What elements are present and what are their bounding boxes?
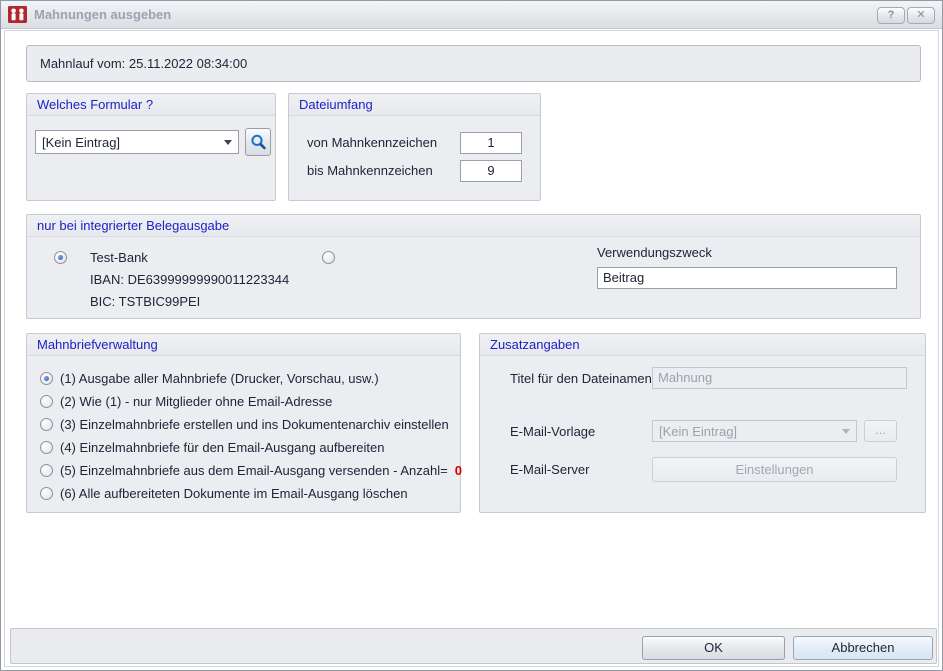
email-count-value: 0 <box>455 463 462 478</box>
email-server-label: E-Mail-Server <box>510 462 589 477</box>
purpose-input[interactable]: Beitrag <box>597 267 897 289</box>
radio-option-1-label: (1) Ausgabe aller Mahnbriefe (Drucker, V… <box>60 371 379 386</box>
bank-bic: BIC: TSTBIC99PEI <box>90 291 289 313</box>
option-row-5[interactable]: (5) Einzelmahnbriefe aus dem Email-Ausga… <box>40 460 462 480</box>
radio-option-3-label: (3) Einzelmahnbriefe erstellen und ins D… <box>60 417 449 432</box>
help-button[interactable]: ? <box>877 7 905 24</box>
bank-radio-selected[interactable] <box>54 251 67 264</box>
app-icon <box>8 6 27 23</box>
footer-bar: OK Abbrechen <box>10 628 937 664</box>
bank-iban: IBAN: DE63999999990011223344 <box>90 269 289 291</box>
close-button[interactable]: ✕ <box>907 7 935 24</box>
chevron-down-icon <box>842 429 850 434</box>
group-additional-info: Zusatzangaben Titel für den Dateinamen M… <box>479 333 926 513</box>
option-row-2[interactable]: (2) Wie (1) - nur Mitglieder ohne Email-… <box>40 391 332 411</box>
radio-option-3[interactable] <box>40 418 53 431</box>
radio-option-6-label: (6) Alle aufbereiteten Dokumente im Emai… <box>60 486 408 501</box>
radio-option-4-label: (4) Einzelmahnbriefe für den Email-Ausga… <box>60 440 384 455</box>
group-integrated-output-title: nur bei integrierter Belegausgabe <box>27 215 920 237</box>
group-form-selection: Welches Formular ? [Kein Eintrag] <box>26 93 276 201</box>
radio-option-2[interactable] <box>40 395 53 408</box>
radio-option-1[interactable] <box>40 372 53 385</box>
group-mahnbrief-title: Mahnbriefverwaltung <box>27 334 460 356</box>
ok-button[interactable]: OK <box>642 636 785 660</box>
from-mahnkennzeichen-label: von Mahnkennzeichen <box>307 135 437 150</box>
form-combo-value: [Kein Eintrag] <box>42 135 120 150</box>
form-combo[interactable]: [Kein Eintrag] <box>35 130 239 154</box>
option-row-4[interactable]: (4) Einzelmahnbriefe für den Email-Ausga… <box>40 437 384 457</box>
cancel-button[interactable]: Abbrechen <box>793 636 933 660</box>
radio-option-5-label: (5) Einzelmahnbriefe aus dem Email-Ausga… <box>60 463 448 478</box>
email-server-settings-button: Einstellungen <box>652 457 897 482</box>
file-title-label: Titel für den Dateinamen <box>510 371 652 386</box>
window-title: Mahnungen ausgeben <box>34 7 171 22</box>
mahnlauf-text: Mahnlauf vom: 25.11.2022 08:34:00 <box>40 56 247 71</box>
option-row-1[interactable]: (1) Ausgabe aller Mahnbriefe (Drucker, V… <box>40 368 379 388</box>
email-template-combo: [Kein Eintrag] <box>652 420 857 442</box>
dialog-window: Mahnungen ausgeben ? ✕ Mahnlauf vom: 25.… <box>0 0 943 671</box>
option-row-3[interactable]: (3) Einzelmahnbriefe erstellen und ins D… <box>40 414 449 434</box>
file-title-input: Mahnung <box>652 367 907 389</box>
radio-option-4[interactable] <box>40 441 53 454</box>
bank-name: Test-Bank <box>90 247 289 269</box>
to-mahnkennzeichen-label: bis Mahnkennzeichen <box>307 163 433 178</box>
bank-details: Test-Bank IBAN: DE63999999990011223344 B… <box>90 247 289 313</box>
email-template-value: [Kein Eintrag] <box>659 424 737 439</box>
group-file-scope-title: Dateiumfang <box>289 94 540 116</box>
option-row-6[interactable]: (6) Alle aufbereiteten Dokumente im Emai… <box>40 483 408 503</box>
chevron-down-icon <box>224 140 232 145</box>
bank-radio-alternative[interactable] <box>322 251 335 264</box>
mahnlauf-info-bar: Mahnlauf vom: 25.11.2022 08:34:00 <box>26 45 921 82</box>
group-file-scope: Dateiumfang von Mahnkennzeichen 1 bis Ma… <box>288 93 541 201</box>
group-additional-info-title: Zusatzangaben <box>480 334 925 356</box>
group-integrated-output: nur bei integrierter Belegausgabe Test-B… <box>26 214 921 319</box>
email-template-more-button: ... <box>864 420 897 442</box>
radio-option-2-label: (2) Wie (1) - nur Mitglieder ohne Email-… <box>60 394 332 409</box>
from-mahnkennzeichen-input[interactable]: 1 <box>460 132 522 154</box>
email-template-label: E-Mail-Vorlage <box>510 424 595 439</box>
search-button[interactable] <box>245 128 271 156</box>
title-bar: Mahnungen ausgeben ? ✕ <box>1 1 942 29</box>
purpose-label: Verwendungszweck <box>597 245 712 260</box>
radio-option-5[interactable] <box>40 464 53 477</box>
search-icon <box>249 133 267 151</box>
radio-option-6[interactable] <box>40 487 53 500</box>
group-mahnbrief-management: Mahnbriefverwaltung (1) Ausgabe aller Ma… <box>26 333 461 513</box>
to-mahnkennzeichen-input[interactable]: 9 <box>460 160 522 182</box>
group-form-title: Welches Formular ? <box>27 94 275 116</box>
